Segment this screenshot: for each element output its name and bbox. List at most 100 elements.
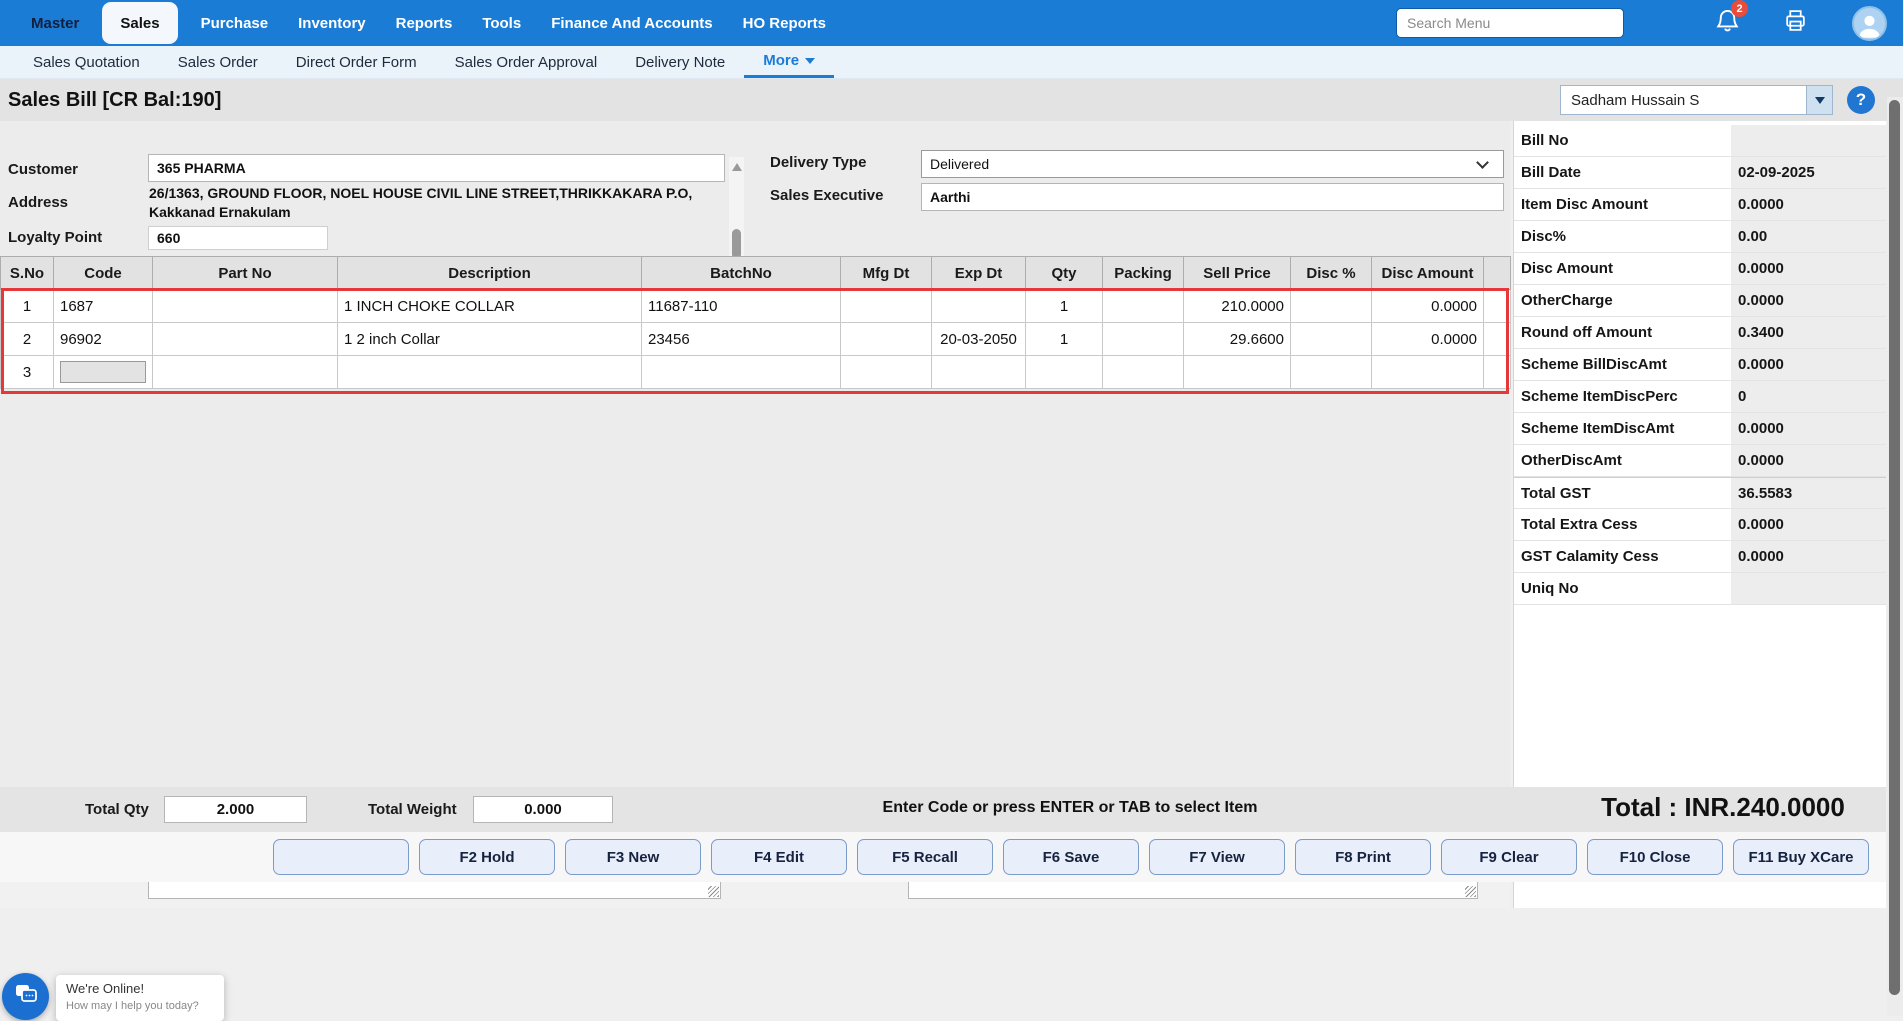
cell-mfg-dt[interactable] bbox=[841, 323, 932, 356]
cell-batch-no[interactable]: 23456 bbox=[642, 323, 841, 356]
help-button[interactable]: ? bbox=[1847, 86, 1875, 114]
f1-blank-button[interactable] bbox=[273, 839, 409, 875]
scrollbar-thumb[interactable] bbox=[1889, 100, 1900, 995]
sales-executive-field[interactable]: Aarthi bbox=[921, 183, 1504, 211]
cell-qty[interactable]: 1 bbox=[1026, 323, 1103, 356]
cell-part-no[interactable] bbox=[153, 290, 338, 323]
cell-exp-dt[interactable] bbox=[932, 290, 1026, 323]
subnav-item-more[interactable]: More bbox=[744, 46, 834, 78]
resize-grip-icon[interactable] bbox=[1465, 886, 1476, 897]
vertical-scrollbar[interactable] bbox=[1887, 97, 1903, 1016]
cell-sell-price[interactable]: 210.0000 bbox=[1184, 290, 1291, 323]
cell-batch-no[interactable] bbox=[642, 356, 841, 389]
cell-batch-no[interactable]: 11687-110 bbox=[642, 290, 841, 323]
cell-partial[interactable] bbox=[1484, 290, 1511, 323]
summary-value: 0.0000 bbox=[1731, 413, 1886, 444]
nav-item-master[interactable]: Master bbox=[16, 0, 94, 46]
cell-disc-amount[interactable]: 0.0000 bbox=[1372, 290, 1484, 323]
user-select[interactable]: Sadham Hussain S bbox=[1560, 85, 1833, 115]
cell-partial[interactable] bbox=[1484, 323, 1511, 356]
cell-sno[interactable]: 3 bbox=[1, 356, 54, 389]
summary-label: Bill No bbox=[1514, 125, 1731, 156]
user-select-dropdown-button[interactable] bbox=[1806, 86, 1832, 114]
subnav-item-sales-quotation[interactable]: Sales Quotation bbox=[14, 46, 159, 78]
f5-recall-button[interactable]: F5 Recall bbox=[857, 839, 993, 875]
top-nav-right: 2 bbox=[1396, 6, 1903, 41]
subnav-item-direct-order-form[interactable]: Direct Order Form bbox=[277, 46, 436, 78]
cell-description[interactable] bbox=[338, 356, 642, 389]
cell-disc-pct[interactable] bbox=[1291, 323, 1372, 356]
f3-new-button[interactable]: F3 New bbox=[565, 839, 701, 875]
customer-field[interactable]: 365 PHARMA bbox=[148, 154, 725, 182]
cell-packing[interactable] bbox=[1103, 356, 1184, 389]
print-button[interactable] bbox=[1783, 8, 1808, 38]
summary-value: 0 bbox=[1731, 381, 1886, 412]
nav-item-ho-reports[interactable]: HO Reports bbox=[728, 0, 841, 46]
subnav-item-sales-order-approval[interactable]: Sales Order Approval bbox=[436, 46, 617, 78]
nav-item-finance-and-accounts[interactable]: Finance And Accounts bbox=[536, 0, 727, 46]
cell-code[interactable] bbox=[54, 356, 153, 389]
summary-value: 0.0000 bbox=[1731, 253, 1886, 284]
f7-view-button[interactable]: F7 View bbox=[1149, 839, 1285, 875]
f2-hold-button[interactable]: F2 Hold bbox=[419, 839, 555, 875]
cell-sell-price[interactable] bbox=[1184, 356, 1291, 389]
cell-sno[interactable]: 1 bbox=[1, 290, 54, 323]
col-part-no: Part No bbox=[153, 257, 338, 290]
notifications-button[interactable]: 2 bbox=[1716, 8, 1739, 38]
cell-code[interactable]: 96902 bbox=[54, 323, 153, 356]
nav-item-purchase[interactable]: Purchase bbox=[186, 0, 284, 46]
cell-disc-pct[interactable] bbox=[1291, 356, 1372, 389]
printer-icon bbox=[1783, 8, 1808, 38]
scroll-up-icon[interactable] bbox=[732, 163, 742, 171]
total-qty-field[interactable]: 2.000 bbox=[164, 796, 307, 823]
cell-disc-amount[interactable] bbox=[1372, 356, 1484, 389]
f11-buy-xcare-button[interactable]: F11 Buy XCare bbox=[1733, 839, 1869, 875]
scrollbar-thumb[interactable] bbox=[732, 229, 741, 259]
f10-close-button[interactable]: F10 Close bbox=[1587, 839, 1723, 875]
chat-launcher-button[interactable] bbox=[2, 973, 49, 1020]
nav-item-sales[interactable]: Sales bbox=[102, 2, 177, 44]
cell-packing[interactable] bbox=[1103, 290, 1184, 323]
cell-disc-pct[interactable] bbox=[1291, 290, 1372, 323]
address-field[interactable]: 26/1363, GROUND FLOOR, NOEL HOUSE CIVIL … bbox=[148, 184, 725, 226]
chat-status-card[interactable]: We're Online! How may I help you today? bbox=[56, 975, 224, 1021]
nav-item-reports[interactable]: Reports bbox=[381, 0, 468, 46]
f4-edit-button[interactable]: F4 Edit bbox=[711, 839, 847, 875]
cell-disc-amount[interactable]: 0.0000 bbox=[1372, 323, 1484, 356]
subnav-item-sales-order[interactable]: Sales Order bbox=[159, 46, 277, 78]
f6-save-button[interactable]: F6 Save bbox=[1003, 839, 1139, 875]
profile-button[interactable] bbox=[1852, 6, 1887, 41]
cell-packing[interactable] bbox=[1103, 323, 1184, 356]
f8-print-button[interactable]: F8 Print bbox=[1295, 839, 1431, 875]
nav-item-tools[interactable]: Tools bbox=[467, 0, 536, 46]
cell-mfg-dt[interactable] bbox=[841, 290, 932, 323]
code-entry-input[interactable] bbox=[60, 361, 146, 383]
totals-strip: Total Qty 2.000 Total Weight 0.000 Enter… bbox=[0, 787, 1886, 832]
cell-description[interactable]: 1 2 inch Collar bbox=[338, 323, 642, 356]
loyalty-point-field[interactable]: 660 bbox=[148, 226, 328, 250]
delivery-type-select[interactable]: Delivered bbox=[921, 150, 1504, 178]
total-weight-field[interactable]: 0.000 bbox=[473, 796, 613, 823]
nav-item-inventory[interactable]: Inventory bbox=[283, 0, 381, 46]
summary-value bbox=[1731, 573, 1886, 604]
col-packing: Packing bbox=[1103, 257, 1184, 290]
cell-exp-dt[interactable]: 20-03-2050 bbox=[932, 323, 1026, 356]
cell-qty[interactable]: 1 bbox=[1026, 290, 1103, 323]
cell-qty[interactable] bbox=[1026, 356, 1103, 389]
summary-value: 0.00 bbox=[1731, 221, 1886, 252]
cell-sell-price[interactable]: 29.6600 bbox=[1184, 323, 1291, 356]
f9-clear-button[interactable]: F9 Clear bbox=[1441, 839, 1577, 875]
cell-code[interactable]: 1687 bbox=[54, 290, 153, 323]
cell-sno[interactable]: 2 bbox=[1, 323, 54, 356]
cell-mfg-dt[interactable] bbox=[841, 356, 932, 389]
cell-part-no[interactable] bbox=[153, 323, 338, 356]
delivery-type-value: Delivered bbox=[930, 156, 989, 172]
resize-grip-icon[interactable] bbox=[708, 886, 719, 897]
cell-exp-dt[interactable] bbox=[932, 356, 1026, 389]
cell-part-no[interactable] bbox=[153, 356, 338, 389]
search-input[interactable] bbox=[1396, 8, 1624, 38]
summary-row: Total Extra Cess0.0000 bbox=[1514, 509, 1886, 541]
cell-partial[interactable] bbox=[1484, 356, 1511, 389]
cell-description[interactable]: 1 INCH CHOKE COLLAR bbox=[338, 290, 642, 323]
subnav-item-delivery-note[interactable]: Delivery Note bbox=[616, 46, 744, 78]
